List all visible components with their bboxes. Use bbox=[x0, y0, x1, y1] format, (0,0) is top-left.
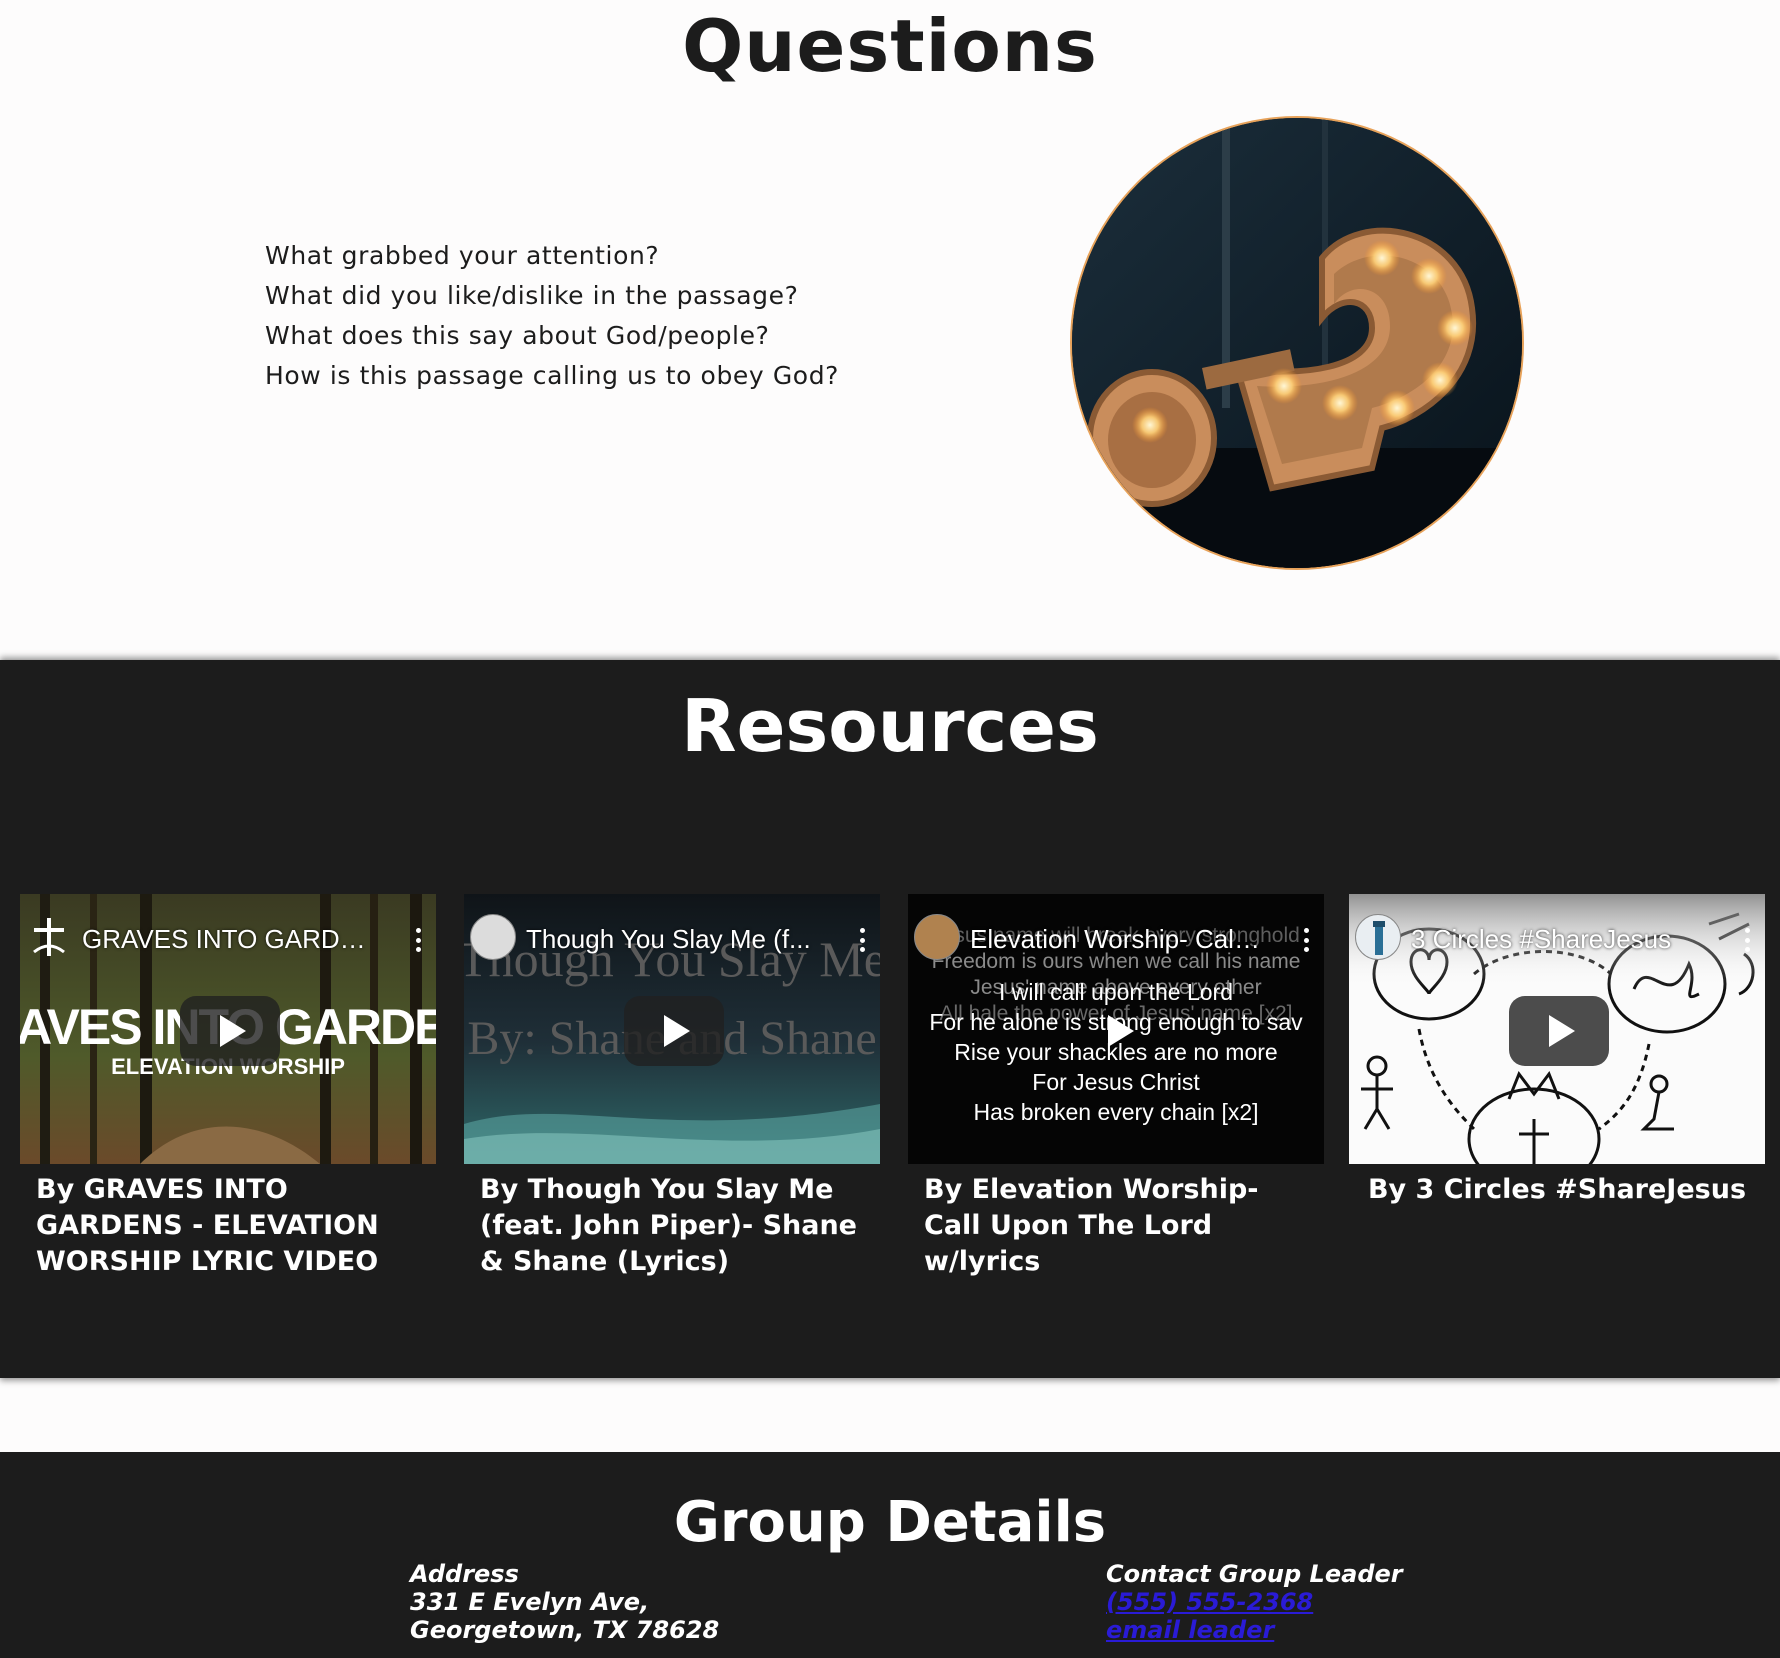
lighthouse-logo-icon bbox=[1373, 921, 1385, 955]
contact-label: Contact Group Leader bbox=[1106, 1560, 1403, 1588]
more-options-icon[interactable] bbox=[1743, 928, 1751, 952]
contact-block: Contact Group Leader (555) 555-2368 emai… bbox=[1106, 1560, 1403, 1644]
channel-avatar[interactable] bbox=[1355, 914, 1401, 960]
resources-section: Resources GRAVES INTO bbox=[0, 660, 1780, 1378]
channel-avatar[interactable] bbox=[26, 914, 72, 960]
video-title-overlay[interactable]: Though You Slay Me (f... bbox=[526, 924, 826, 954]
video-embed[interactable]: Though You Slay Me By: Shane and Shane T… bbox=[464, 894, 880, 1164]
questions-list: What grabbed your attention? What did yo… bbox=[265, 236, 839, 396]
video-embed[interactable]: GRAVES INTO GARDENS ELEVATION WORSHIP GR… bbox=[20, 894, 436, 1164]
video-card-graves-into-gardens: GRAVES INTO GARDENS ELEVATION WORSHIP GR… bbox=[20, 894, 436, 1280]
question-mark-marquee-photo bbox=[1072, 118, 1522, 568]
address-block: Address 331 E Evelyn Ave, Georgetown, TX… bbox=[410, 1560, 719, 1644]
lyric-line: For Jesus Christ bbox=[1032, 1069, 1200, 1095]
group-details-title: Group Details bbox=[673, 1490, 1107, 1555]
video-caption: By 3 Circles #ShareJesus bbox=[1367, 1174, 1747, 1205]
question-item: What did you like/dislike in the passage… bbox=[265, 281, 799, 310]
video-card-call-upon-the-lord: Jesus name will break every stronghold F… bbox=[908, 894, 1324, 1280]
video-embed[interactable]: 3 Circles #ShareJesus bbox=[1349, 894, 1765, 1164]
more-options-icon[interactable] bbox=[858, 928, 866, 952]
video-title-overlay[interactable]: Elevation Worship- Call... bbox=[970, 924, 1260, 954]
video-title-overlay[interactable]: GRAVES INTO GARDEN... bbox=[82, 924, 382, 954]
question-item: How is this passage calling us to obey G… bbox=[265, 361, 840, 390]
resources-title: Resources bbox=[681, 684, 1099, 768]
play-button[interactable] bbox=[1068, 996, 1168, 1066]
video-caption: By Elevation Worship- Call Upon The Lord… bbox=[924, 1174, 1259, 1277]
email-leader-link[interactable]: email leader bbox=[1106, 1616, 1403, 1644]
video-card-3-circles: 3 Circles #ShareJesus By 3 Circles #Shar… bbox=[1349, 894, 1765, 1208]
play-button[interactable] bbox=[1509, 996, 1609, 1066]
video-card-though-you-slay-me: Though You Slay Me By: Shane and Shane T… bbox=[464, 894, 880, 1280]
questions-title: Questions bbox=[682, 4, 1098, 88]
video-caption: By GRAVES INTO GARDENS - ELEVATION WORSH… bbox=[36, 1174, 379, 1277]
question-item: What grabbed your attention? bbox=[265, 241, 660, 270]
phone-link[interactable]: (555) 555-2368 bbox=[1106, 1588, 1403, 1616]
address-line-2: Georgetown, TX 78628 bbox=[410, 1616, 720, 1644]
video-title-overlay[interactable]: 3 Circles #ShareJesus bbox=[1411, 924, 1711, 954]
address-label: Address bbox=[410, 1560, 519, 1588]
channel-avatar[interactable] bbox=[914, 914, 960, 960]
questions-section: Questions What grabbed your attention? W… bbox=[0, 0, 1780, 660]
play-button[interactable] bbox=[180, 996, 280, 1066]
channel-avatar[interactable] bbox=[470, 914, 516, 960]
video-embed[interactable]: Jesus name will break every stronghold F… bbox=[908, 894, 1324, 1164]
more-options-icon[interactable] bbox=[1302, 928, 1310, 952]
group-details-section: Group Details Address 331 E Evelyn Ave, … bbox=[0, 1452, 1780, 1658]
video-caption: By Though You Slay Me (feat. John Piper)… bbox=[480, 1174, 857, 1277]
play-button[interactable] bbox=[624, 996, 724, 1066]
lyric-line: Has broken every chain [x2] bbox=[973, 1099, 1258, 1125]
question-mark-image bbox=[1072, 118, 1522, 568]
address-line-1: 331 E Evelyn Ave, bbox=[410, 1588, 650, 1616]
question-item: What does this say about God/people? bbox=[265, 321, 770, 350]
cross-logo-icon bbox=[33, 918, 65, 956]
more-options-icon[interactable] bbox=[414, 928, 422, 952]
